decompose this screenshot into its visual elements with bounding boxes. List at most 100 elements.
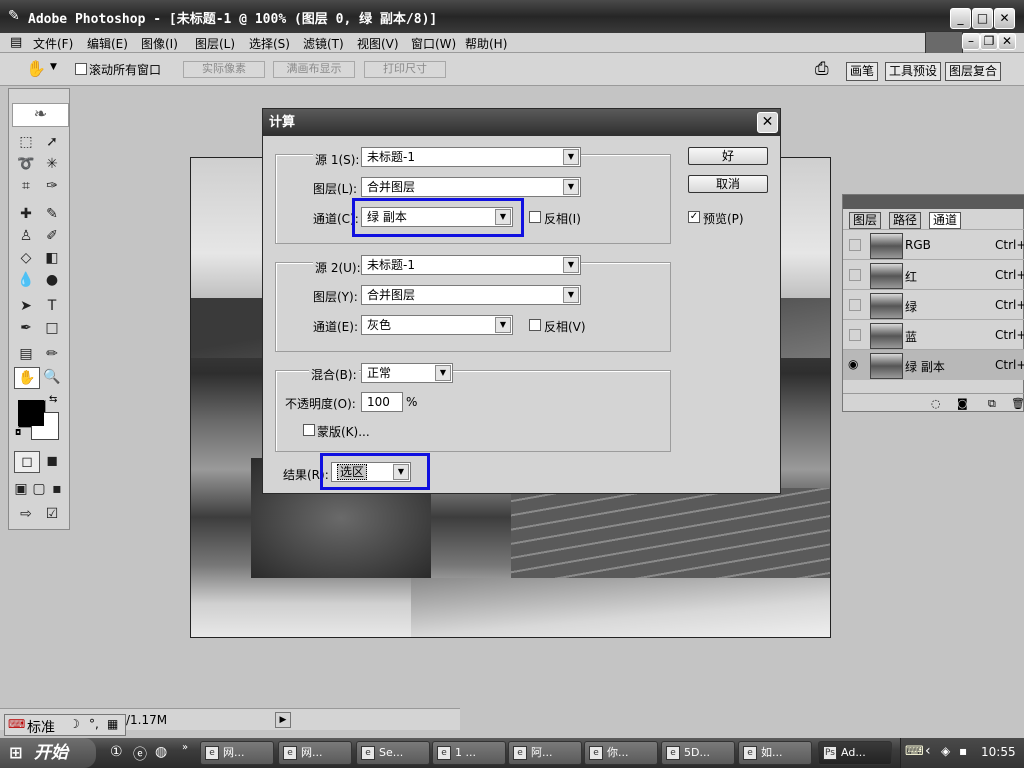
gradient-tool-icon[interactable]: ◧ [40, 248, 64, 268]
edit-icon[interactable]: ☑ [40, 504, 64, 524]
chevron-down-icon[interactable]: ▼ [563, 287, 579, 303]
lasso-tool-icon[interactable]: ➰ [14, 154, 38, 174]
jump-to-imageready-icon[interactable]: ⇨ [14, 504, 38, 524]
path-selection-tool-icon[interactable]: ➤ [14, 296, 38, 316]
brush-tool-icon[interactable]: ✎ [40, 204, 64, 224]
eye-icon[interactable]: ◉ [848, 357, 858, 371]
actual-pixels-button[interactable]: 实际像素 [183, 61, 265, 78]
hand-tool-icon-active[interactable]: ✋ [14, 367, 40, 389]
opacity-input[interactable]: 100 [361, 392, 403, 412]
blend-select[interactable]: 正常 ▼ [361, 363, 453, 383]
quicklaunch-1-icon[interactable]: ① [110, 744, 123, 760]
visibility-toggle[interactable] [849, 299, 861, 311]
source2-invert-checkbox[interactable] [529, 319, 541, 331]
tab-layer-comps[interactable]: 图层复合 [945, 62, 1002, 81]
tab-tool-presets[interactable]: 工具预设 [885, 62, 942, 81]
scroll-all-checkbox[interactable] [75, 63, 87, 75]
screen-mode-full-menu-icon[interactable]: ▢ [30, 479, 48, 499]
doc-restore-button[interactable]: ❐ [980, 33, 998, 50]
task-button-photoshop[interactable]: Ps Ad... [818, 741, 892, 765]
menu-file[interactable]: 文件(F) [33, 35, 73, 52]
menu-help[interactable]: 帮助(H) [465, 35, 507, 52]
menu-window[interactable]: 窗口(W) [411, 35, 456, 52]
quicklaunch-ie-icon[interactable]: ⓔ [133, 744, 147, 764]
chevron-down-icon[interactable]: ▼ [563, 179, 579, 195]
half-width-icon[interactable]: ☽ [69, 717, 80, 731]
source1-select[interactable]: 未标题-1 ▼ [361, 147, 581, 167]
clone-stamp-tool-icon[interactable]: ♙ [14, 226, 38, 246]
dodge-tool-icon[interactable]: ● [40, 270, 64, 290]
start-button[interactable]: ⊞ 开始 [0, 738, 96, 768]
magic-wand-tool-icon[interactable]: ✳ [40, 154, 64, 174]
soft-keyboard-icon[interactable]: ▦ [107, 717, 118, 731]
task-button[interactable]: e Se... [356, 741, 430, 765]
notes-tool-icon[interactable]: ▤ [14, 344, 38, 364]
chevron-down-icon[interactable]: ▼ [563, 149, 579, 165]
marquee-tool-icon[interactable]: ⬚ [14, 132, 38, 152]
chevron-down-icon[interactable]: ▼ [495, 317, 511, 333]
source2-select[interactable]: 未标题-1 ▼ [361, 255, 581, 275]
minimize-button[interactable]: _ [950, 8, 971, 29]
history-brush-tool-icon[interactable]: ✐ [40, 226, 64, 246]
task-button[interactable]: e 网... [200, 741, 274, 765]
screen-mode-full-icon[interactable]: ▪ [48, 479, 66, 499]
quicklaunch-browser-icon[interactable]: ◍ [155, 744, 167, 760]
ime-logo-icon[interactable]: ⌨ [8, 717, 25, 731]
preview-checkbox[interactable]: ✓ [688, 211, 700, 223]
channel-row-green[interactable]: 绿 Ctrl+2 [843, 289, 1024, 320]
swap-colors-icon[interactable]: ⇆ [49, 394, 57, 405]
doc-close-button[interactable]: ✕ [998, 33, 1016, 50]
crop-tool-icon[interactable]: ⌗ [14, 176, 38, 196]
tab-layers[interactable]: 图层 [849, 212, 882, 229]
tab-paths[interactable]: 路径 [889, 212, 922, 229]
hand-tool-icon[interactable]: ✋ [26, 59, 46, 78]
foreground-color-front[interactable] [18, 400, 44, 426]
status-menu-arrow-icon[interactable]: ▶ [275, 712, 291, 728]
tray-collapse-icon[interactable]: ‹ [925, 743, 931, 759]
eraser-tool-icon[interactable]: ◇ [14, 248, 38, 268]
load-selection-icon[interactable]: ◌ [931, 397, 941, 410]
type-tool-icon[interactable]: T [40, 296, 64, 316]
print-size-button[interactable]: 打印尺寸 [364, 61, 446, 78]
task-button[interactable]: e 你... [584, 741, 658, 765]
punctuation-icon[interactable]: °, [89, 717, 99, 731]
more-arrow-icon[interactable]: » [182, 742, 188, 753]
zoom-tool-icon[interactable]: 🔍 [40, 367, 64, 387]
visibility-toggle[interactable] [849, 269, 861, 281]
screen-mode-standard-icon[interactable]: ▣ [12, 479, 30, 499]
menu-edit[interactable]: 编辑(E) [87, 35, 128, 52]
chevron-down-icon[interactable]: ▼ [435, 365, 451, 381]
network-icon[interactable]: ◈ [941, 744, 950, 758]
dialog-close-button[interactable]: ✕ [757, 112, 778, 133]
ok-button[interactable]: 好 [688, 147, 768, 165]
ime-tray-icon[interactable]: ⌨ [905, 744, 924, 759]
close-button[interactable]: ✕ [994, 8, 1015, 29]
menu-filter[interactable]: 滤镜(T) [303, 35, 344, 52]
fit-screen-button[interactable]: 满画布显示 [273, 61, 355, 78]
save-selection-icon[interactable]: ◙ [957, 397, 968, 410]
channel-row-green-copy[interactable]: ◉ 绿 副本 Ctrl+4 [843, 349, 1024, 380]
tray-app-icon[interactable]: ▪ [959, 744, 967, 758]
rectangle-tool-icon[interactable]: □ [40, 318, 64, 338]
ime-mode-label[interactable]: 标准 [27, 717, 55, 737]
menu-select[interactable]: 选择(S) [249, 35, 290, 52]
chevron-down-icon[interactable]: ▼ [50, 62, 57, 72]
trash-icon[interactable]: 🗑 [1011, 397, 1024, 410]
menu-image[interactable]: 图像(I) [141, 35, 178, 52]
tab-brushes[interactable]: 画笔 [846, 62, 879, 81]
move-tool-icon[interactable]: ➚ [40, 132, 64, 152]
menu-view[interactable]: 视图(V) [357, 35, 399, 52]
task-button[interactable]: e 阿... [508, 741, 582, 765]
task-button[interactable]: e 5D... [661, 741, 735, 765]
source1-invert-checkbox[interactable] [529, 211, 541, 223]
eyedropper-tool-icon[interactable]: ✏ [40, 344, 64, 364]
new-channel-icon[interactable]: ⧉ [988, 397, 996, 411]
maximize-button[interactable]: □ [972, 8, 993, 29]
chevron-down-icon[interactable]: ▼ [563, 257, 579, 273]
slice-tool-icon[interactable]: ✑ [40, 176, 64, 196]
quick-mask-mode-icon[interactable]: ◼ [40, 451, 64, 471]
source1-layer-select[interactable]: 合并图层 ▼ [361, 177, 581, 197]
task-button[interactable]: e 如... [738, 741, 812, 765]
standard-mode-icon[interactable]: ◻ [14, 451, 40, 473]
source2-layer-select[interactable]: 合并图层 ▼ [361, 285, 581, 305]
